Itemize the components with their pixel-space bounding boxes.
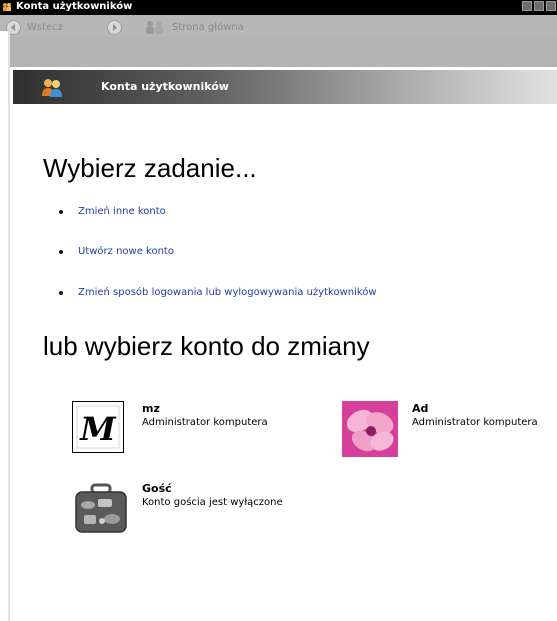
header-banner: Konta użytkowników bbox=[13, 70, 557, 104]
forward-button[interactable] bbox=[107, 19, 122, 35]
task-link-change-logon[interactable]: Zmień sposób logowania lub wylogowywania… bbox=[78, 287, 377, 298]
user-accounts-icon bbox=[3, 3, 11, 11]
task-link-create-account[interactable]: Utwórz nowe konto bbox=[78, 246, 174, 257]
suitcase-icon bbox=[75, 483, 127, 533]
account-role: Konto gościa jest wyłączone bbox=[142, 497, 283, 508]
toolbar-band bbox=[0, 15, 557, 37]
account-picture-flower bbox=[342, 401, 398, 457]
window-title: Konta użytkowników bbox=[16, 1, 133, 12]
flower-icon bbox=[342, 401, 398, 457]
home-button[interactable]: Strona główna bbox=[143, 19, 244, 35]
back-button[interactable]: Wstecz bbox=[6, 19, 63, 35]
user-accounts-window: Konta użytkowników Wstecz Strona główna bbox=[0, 0, 557, 621]
account-picture-gothic-m: M bbox=[72, 401, 124, 453]
maximize-button[interactable] bbox=[534, 1, 544, 11]
bullet-icon bbox=[59, 209, 63, 214]
accounts-heading: lub wybierz konto do zmiany bbox=[43, 331, 370, 361]
user-accounts-icon bbox=[42, 79, 62, 97]
account-role: Administrator komputera bbox=[142, 417, 268, 428]
gothic-m-icon: M bbox=[76, 405, 120, 449]
forward-arrow-icon bbox=[107, 19, 122, 35]
account-name: Gość bbox=[142, 482, 172, 495]
task-create-account[interactable]: Utwórz nowe konto bbox=[59, 246, 174, 257]
task-heading: Wybierz zadanie... bbox=[43, 153, 257, 183]
minimize-button[interactable] bbox=[522, 1, 532, 11]
task-change-logon[interactable]: Zmień sposób logowania lub wylogowywania… bbox=[59, 287, 377, 298]
account-name: mz bbox=[142, 402, 160, 415]
close-button[interactable] bbox=[546, 1, 556, 11]
account-guest[interactable]: Gość Konto gościa jest wyłączone bbox=[72, 481, 332, 541]
account-role: Administrator komputera bbox=[412, 417, 538, 428]
left-panel-border bbox=[0, 31, 10, 621]
bullet-icon bbox=[59, 249, 63, 254]
account-ad[interactable]: Ad Administrator komputera bbox=[342, 401, 557, 461]
svg-text:M: M bbox=[79, 410, 117, 448]
toolbar: Wstecz Strona główna bbox=[0, 15, 557, 67]
task-link-change-account[interactable]: Zmień inne konto bbox=[78, 206, 166, 217]
back-label: Wstecz bbox=[27, 21, 63, 33]
account-picture-suitcase bbox=[72, 481, 130, 539]
account-name: Ad bbox=[412, 402, 429, 415]
account-mz[interactable]: M mz Administrator komputera bbox=[72, 401, 292, 461]
title-bar: Konta użytkowników bbox=[0, 0, 557, 15]
task-change-account[interactable]: Zmień inne konto bbox=[59, 206, 166, 217]
home-users-icon bbox=[146, 20, 163, 34]
home-label: Strona główna bbox=[172, 21, 244, 33]
bullet-icon bbox=[59, 290, 63, 295]
header-title: Konta użytkowników bbox=[101, 80, 229, 93]
